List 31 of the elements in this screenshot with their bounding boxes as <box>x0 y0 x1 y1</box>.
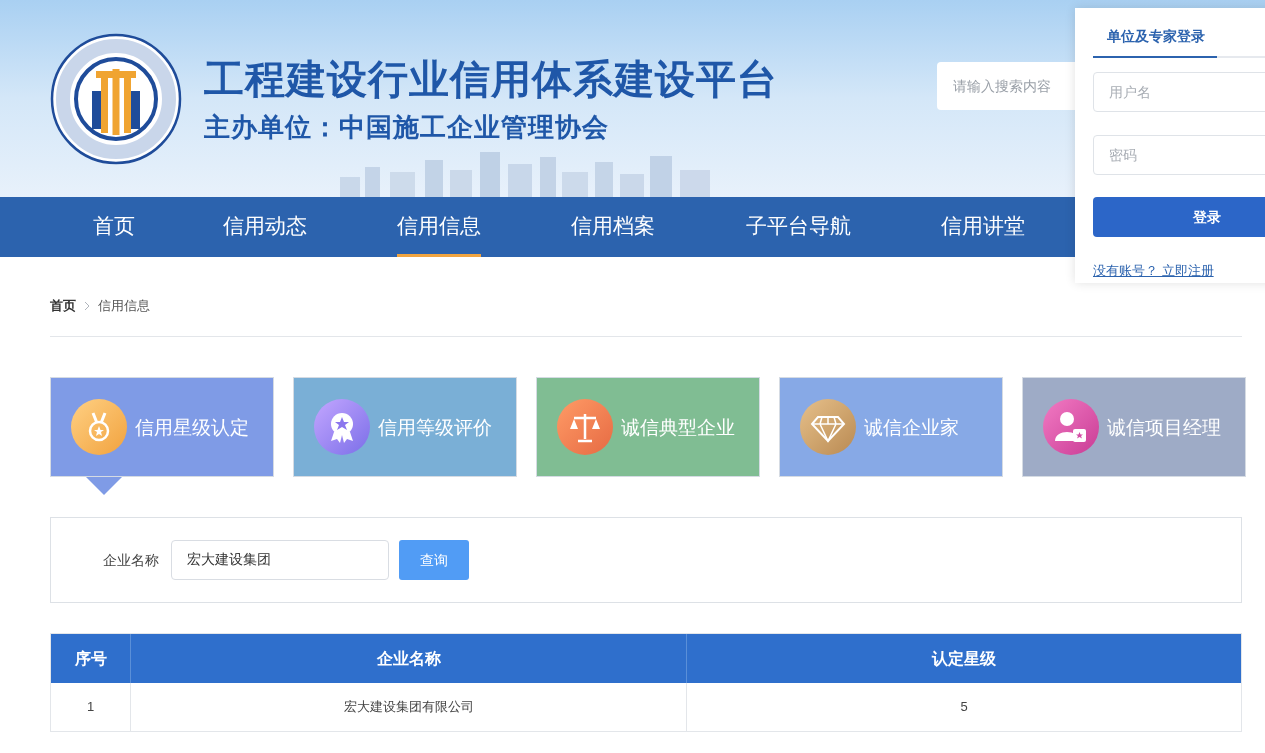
nav-item[interactable]: 信用讲堂 <box>896 197 1070 257</box>
table-cell-text: 5 <box>959 698 969 717</box>
site-title: 工程建设行业信用体系建设平台 <box>204 54 778 104</box>
column-header: 企业名称 <box>131 634 687 683</box>
selection-pointer <box>86 477 122 495</box>
login-button[interactable]: 登录 <box>1093 197 1265 237</box>
breadcrumb-link[interactable]: 首页 <box>50 295 76 316</box>
username-field[interactable]: 用户名 <box>1093 72 1265 112</box>
logo-icon <box>50 32 182 165</box>
award-icon <box>314 399 370 455</box>
password-field[interactable]: 密码 <box>1093 135 1265 175</box>
nav-item[interactable]: 信用动态 <box>178 197 352 257</box>
nav-item[interactable]: 信用信息 <box>352 197 526 257</box>
breadcrumb-link[interactable]: 信用信息 <box>98 295 150 316</box>
login-tab[interactable]: 单位及专家登录 <box>1093 8 1217 58</box>
column-header: 认定星级 <box>930 648 997 669</box>
person-icon <box>1043 399 1099 455</box>
medal-icon <box>71 399 127 455</box>
nav-item[interactable]: 子平台导航 <box>700 197 896 257</box>
table-cell: 1 <box>51 683 131 731</box>
nav-item[interactable]: 信用档案 <box>526 197 700 257</box>
nav-item[interactable]: 首页 <box>50 197 178 257</box>
chevron-right-icon <box>84 300 90 311</box>
site-subtitle: 主办单位：中国施工企业管理协会 <box>204 110 610 144</box>
scale-icon <box>557 399 613 455</box>
column-header: 序号 <box>51 634 131 683</box>
company-name-field[interactable]: 宏大建设集团 <box>171 540 389 580</box>
field-label: 企业名称 <box>103 550 159 570</box>
table-cell: 宏大建设集团有限公司 <box>131 683 687 731</box>
register-link[interactable]: 没有账号？ 立即注册 <box>1093 261 1214 281</box>
search-field[interactable]: 请输入搜索内容 <box>937 62 1075 110</box>
